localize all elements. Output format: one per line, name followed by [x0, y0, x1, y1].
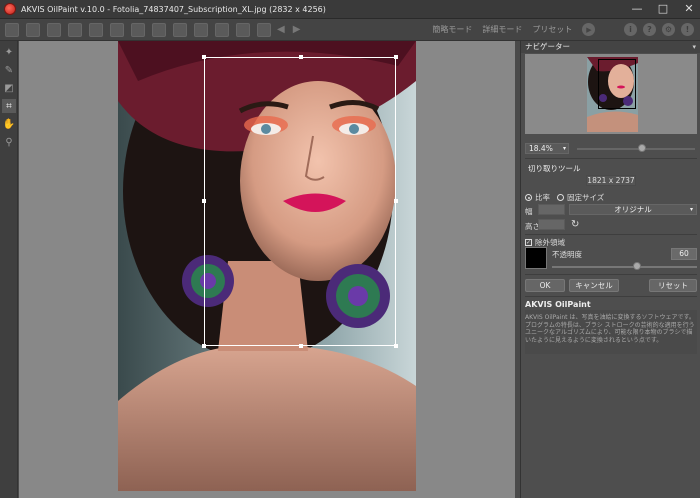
run-button[interactable]: ▶	[582, 23, 596, 36]
opacity-slider-knob[interactable]	[633, 262, 641, 270]
crop-handle[interactable]	[299, 344, 303, 348]
opacity-slider-track[interactable]	[552, 266, 697, 268]
frame-icon[interactable]	[173, 22, 187, 37]
zoom-tool-icon[interactable]: ⚲	[2, 135, 16, 149]
height-input[interactable]	[538, 219, 565, 230]
print-icon[interactable]	[68, 22, 82, 37]
navigator-thumbnail	[587, 57, 638, 132]
divider	[525, 296, 697, 297]
navigator-header[interactable]: ナビゲーター ▾	[521, 41, 700, 53]
notification-icon[interactable]: !	[681, 23, 694, 36]
chevron-down-icon: ▾	[689, 206, 693, 213]
hand-tool-icon[interactable]: ✋	[2, 117, 16, 131]
undo-icon[interactable]: ◀	[277, 24, 285, 35]
express-mode-button[interactable]: 簡略モード	[432, 24, 472, 35]
crop-handle[interactable]	[202, 199, 206, 203]
main-toolbar: ◀ ▶ 簡略モード 詳細モード プリセット ▶ i ? ⚙ !	[0, 19, 700, 41]
rotate-icon[interactable]: ↻	[571, 219, 579, 230]
collapse-icon[interactable]: ▾	[692, 41, 696, 53]
crop-handle[interactable]	[394, 344, 398, 348]
divider	[525, 274, 697, 275]
share-icon[interactable]	[89, 22, 103, 37]
batch-icon[interactable]	[47, 22, 61, 37]
zoom-slider-knob[interactable]	[637, 144, 646, 152]
ratio-radio[interactable]	[525, 194, 532, 201]
exclude-checkbox[interactable]: ✓	[525, 239, 532, 246]
crop-mode-row: 比率 固定サイズ	[525, 192, 604, 203]
navigator-title: ナビゲーター	[525, 42, 570, 51]
divider	[525, 158, 697, 159]
chevron-down-icon: ▾	[562, 145, 566, 152]
opacity-label: 不透明度	[552, 250, 582, 259]
redo-icon[interactable]: ▶	[293, 24, 301, 35]
width-label: 幅	[525, 207, 533, 216]
open-image-icon[interactable]	[5, 22, 19, 37]
image-canvas[interactable]	[19, 41, 515, 498]
zoom-select[interactable]: 18.4% ▾	[525, 143, 569, 154]
fixed-size-label: 固定サイズ	[567, 193, 605, 202]
aspect-select[interactable]: オリジナル ▾	[569, 204, 697, 215]
zoom-row: 18.4% ▾	[525, 143, 697, 155]
canvas-icon[interactable]	[152, 22, 166, 37]
eraser-tool-icon[interactable]: ◩	[2, 81, 16, 95]
crop-handle[interactable]	[202, 55, 206, 59]
about-text: AKVIS OilPaint は、写真を油絵に変換するソフトウェアです。プログラ…	[525, 314, 695, 344]
width-input[interactable]	[538, 204, 565, 215]
divider	[525, 234, 697, 235]
navigator-viewport-rect[interactable]	[598, 59, 636, 109]
window-title: AKVIS OilPaint v.10.0 - Fotolia_74837407…	[21, 4, 326, 14]
crop-size-readout: 1821 x 2737	[586, 175, 636, 186]
close-button[interactable]: ✕	[682, 2, 696, 16]
toolbar-right-icons: i ? ⚙ !	[624, 23, 694, 36]
exclude-color-swatch[interactable]	[525, 247, 547, 269]
text-icon[interactable]	[194, 22, 208, 37]
brush-tool-icon[interactable]: ✎	[2, 63, 16, 77]
apply-all-icon[interactable]	[236, 22, 250, 37]
zoom-value: 18.4%	[529, 144, 553, 153]
advanced-mode-button[interactable]: 詳細モード	[482, 24, 522, 35]
direction-tool-icon[interactable]: ✦	[2, 45, 16, 59]
ratio-label: 比率	[535, 193, 550, 202]
info-icon[interactable]: i	[624, 23, 637, 36]
left-toolbar: ✦ ✎ ◩ ⌗ ✋ ⚲	[0, 41, 18, 498]
crop-handle[interactable]	[299, 55, 303, 59]
reset-button[interactable]: リセット	[649, 279, 697, 292]
about-title: AKVIS OilPaint	[525, 300, 591, 309]
navigator-preview[interactable]	[525, 54, 697, 134]
settings-panel: ナビゲーター ▾ 18.4% ▾ 切り取りツール 1821 x 2737 比率 …	[520, 41, 700, 498]
help-icon[interactable]: ?	[643, 23, 656, 36]
crop-tool-icon[interactable]: ⌗	[2, 99, 16, 113]
minimize-button[interactable]: —	[630, 2, 644, 16]
preset-button[interactable]: プリセット	[532, 24, 572, 35]
crop-tool-title: 切り取りツール	[528, 164, 581, 173]
title-bar: AKVIS OilPaint v.10.0 - Fotolia_74837407…	[0, 0, 700, 19]
load-strokes-icon[interactable]	[110, 22, 124, 37]
aspect-select-value: オリジナル	[614, 205, 652, 214]
crop-handle[interactable]	[394, 199, 398, 203]
ok-button[interactable]: OK	[525, 279, 565, 292]
zoom-slider-track[interactable]	[577, 148, 695, 150]
settings-icon[interactable]: ⚙	[662, 23, 675, 36]
save-strokes-icon[interactable]	[131, 22, 145, 37]
save-icon[interactable]	[26, 22, 40, 37]
cancel-button[interactable]: キャンセル	[569, 279, 619, 292]
crop-handle[interactable]	[394, 55, 398, 59]
check-icon[interactable]	[257, 22, 271, 37]
fixed-size-radio[interactable]	[557, 194, 564, 201]
maximize-button[interactable]: □	[656, 2, 670, 16]
crop-frame[interactable]	[202, 55, 398, 348]
window-controls: — □ ✕	[630, 2, 696, 16]
opacity-value[interactable]: 60	[671, 248, 697, 260]
app-logo-icon	[4, 3, 16, 15]
apply-icon[interactable]	[215, 22, 229, 37]
crop-handle[interactable]	[202, 344, 206, 348]
